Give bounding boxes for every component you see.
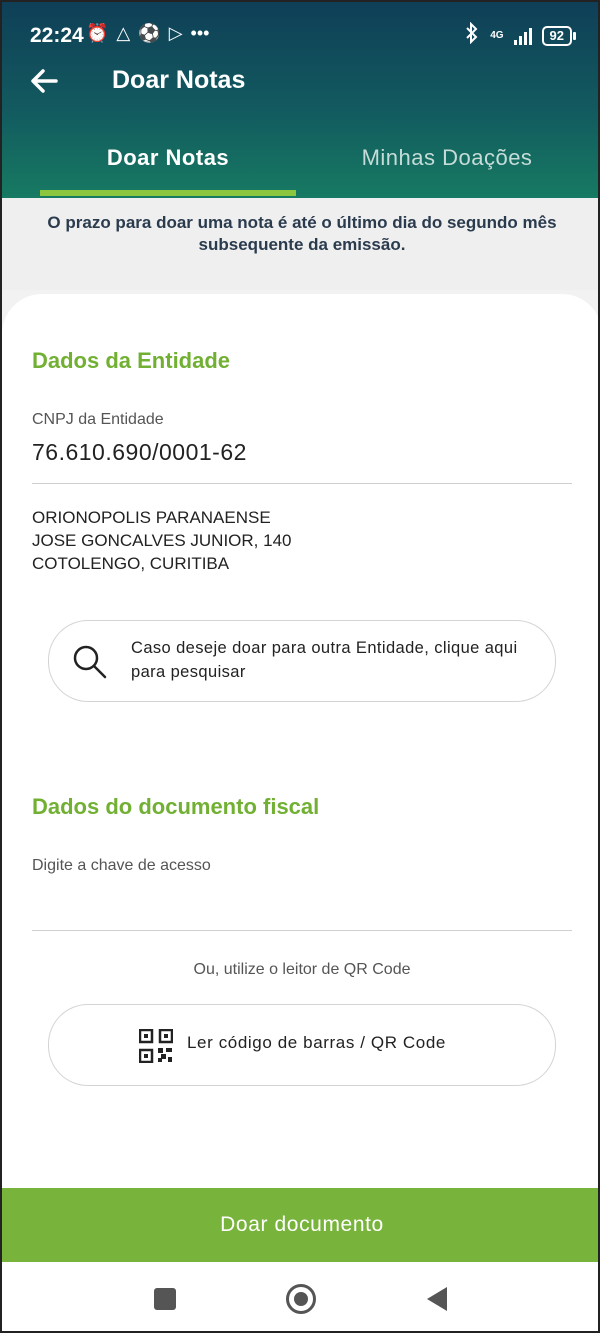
access-key-divider: [32, 930, 572, 931]
address-line-city: COTOLENGO, CURITIBA: [32, 554, 230, 573]
search-entity-label: Caso deseje doar para outra Entidade, cl…: [131, 639, 518, 681]
status-time: 22:24: [30, 24, 84, 47]
page-title: Doar Notas: [112, 66, 246, 94]
home-icon[interactable]: [286, 1284, 316, 1314]
fiscal-section-title: Dados do documento fiscal: [32, 794, 320, 819]
entity-section-title: Dados da Entidade: [32, 348, 231, 373]
search-icon: [71, 643, 109, 681]
back-arrow-icon[interactable]: [28, 64, 62, 98]
donate-document-button[interactable]: Doar documento: [2, 1188, 598, 1262]
active-tab-indicator: [40, 190, 296, 196]
more-dots-icon: •••: [190, 23, 210, 43]
battery-icon: 92: [541, 26, 577, 46]
status-system-icons: 4G 92: [464, 21, 577, 50]
tab-bar: Doar Notas Minhas Doações: [2, 137, 598, 197]
qr-code-icon: [138, 1028, 174, 1064]
tab-minhas-doacoes[interactable]: Minhas Doações: [312, 145, 582, 185]
soccer-ball-icon: ⚽: [138, 23, 161, 43]
system-back-icon[interactable]: [427, 1287, 447, 1311]
address-line-street: JOSE GONCALVES JUNIOR, 140: [32, 531, 292, 550]
tab-doar-notas[interactable]: Doar Notas: [40, 145, 296, 185]
alarm-icon: ⏰: [86, 23, 109, 43]
bluetooth-icon: [464, 21, 480, 50]
app-screen: 22:24 ⏰ △ ⚽ ▷ ••• 4G 92 Doar Notas Doar …: [0, 0, 600, 1333]
entity-address: ORIONOPOLIS PARANAENSE JOSE GONCALVES JU…: [32, 506, 291, 575]
network-type-label: 4G: [490, 30, 504, 41]
qr-hint-text: Ou, utilize o leitor de QR Code: [193, 961, 411, 978]
system-navigation-bar: [2, 1262, 598, 1331]
cnpj-field[interactable]: 76.610.690/0001-62: [32, 439, 247, 466]
scan-qr-label: Ler código de barras / QR Code: [187, 1033, 446, 1052]
status-notification-icons: ⏰ △ ⚽ ▷ •••: [86, 22, 209, 44]
drive-icon: △: [116, 23, 131, 43]
scan-qr-button[interactable]: Ler código de barras / QR Code: [48, 1004, 556, 1086]
header: 22:24 ⏰ △ ⚽ ▷ ••• 4G 92 Doar Notas Doar …: [2, 2, 598, 198]
access-key-input[interactable]: Digite a chave de acesso: [32, 857, 211, 875]
app-bar: Doar Notas: [2, 60, 598, 104]
form-card: Dados da Entidade CNPJ da Entidade 76.61…: [2, 294, 598, 1194]
deadline-notice: O prazo para doar uma nota é até o últim…: [2, 198, 598, 290]
play-icon: ▷: [168, 23, 183, 43]
address-line-name: ORIONOPOLIS PARANAENSE: [32, 508, 271, 527]
signal-icon: [513, 27, 532, 45]
status-bar: 22:24 ⏰ △ ⚽ ▷ ••• 4G 92: [2, 16, 598, 56]
cnpj-divider: [32, 483, 572, 484]
recent-apps-icon[interactable]: [154, 1288, 176, 1310]
cnpj-label: CNPJ da Entidade: [32, 411, 164, 428]
search-entity-button[interactable]: Caso deseje doar para outra Entidade, cl…: [48, 620, 556, 702]
